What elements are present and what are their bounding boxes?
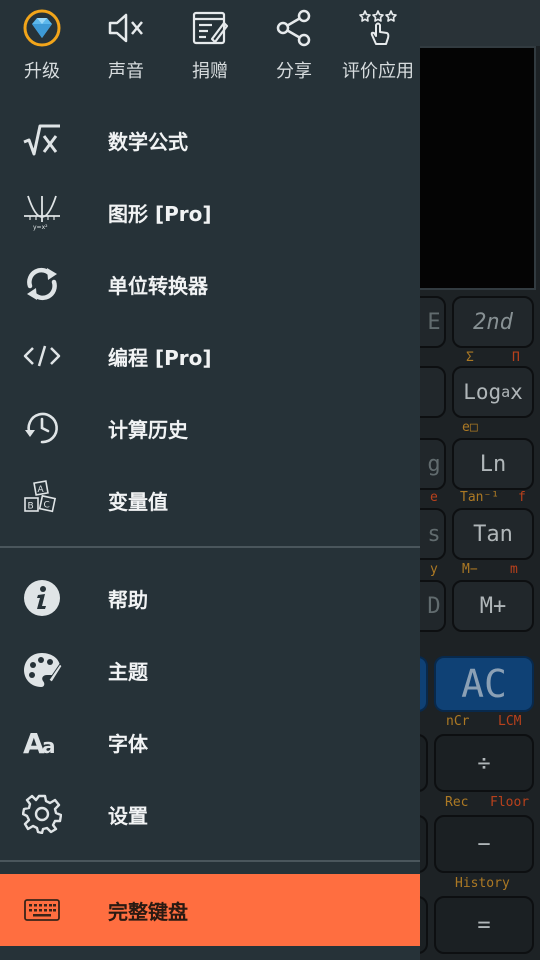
donate-label: 捐赠 bbox=[192, 61, 228, 82]
diamond-icon bbox=[20, 6, 64, 50]
svg-text:y=x²: y=x² bbox=[33, 224, 48, 231]
menu-label-math-formulas: 数学公式 bbox=[108, 129, 188, 154]
donate-button[interactable]: 捐赠 bbox=[168, 6, 252, 92]
info-icon bbox=[20, 576, 64, 620]
upgrade-label: 升级 bbox=[24, 61, 60, 82]
keyboard-icon bbox=[20, 888, 64, 932]
menu-label-font: 字体 bbox=[108, 731, 148, 756]
gear-icon bbox=[20, 792, 64, 836]
menu-item-help[interactable]: 帮助 bbox=[0, 562, 420, 634]
share-icon bbox=[272, 6, 316, 50]
square-root-x-icon bbox=[20, 118, 64, 162]
share-label: 分享 bbox=[276, 61, 312, 82]
menu-label-graph: 图形 [Pro] bbox=[108, 201, 212, 226]
quick-actions-bar: 升级 声音 捐赠 分享 评价应用 bbox=[0, 0, 420, 100]
menu-label-help: 帮助 bbox=[108, 587, 148, 612]
menu-divider bbox=[0, 546, 420, 548]
navigation-drawer: 升级 声音 捐赠 分享 评价应用 数学公式 y=x² 图形 [Pro] 单位转换… bbox=[0, 0, 420, 960]
menu-item-calc-history[interactable]: 计算历史 bbox=[0, 392, 420, 464]
donate-note-icon bbox=[188, 6, 232, 50]
svg-text:C: C bbox=[44, 501, 50, 511]
rate-app-button[interactable]: 评价应用 bbox=[336, 6, 420, 92]
code-icon bbox=[20, 334, 64, 378]
menu-item-theme[interactable]: 主题 bbox=[0, 634, 420, 706]
upgrade-button[interactable]: 升级 bbox=[0, 6, 84, 92]
svg-text:B: B bbox=[28, 502, 34, 512]
menu-item-graph[interactable]: y=x² 图形 [Pro] bbox=[0, 176, 420, 248]
menu-item-unit-converter[interactable]: 单位转换器 bbox=[0, 248, 420, 320]
font-aa-icon: A a bbox=[20, 720, 64, 764]
sound-button[interactable]: 声音 bbox=[84, 6, 168, 92]
menu-label-programming: 编程 [Pro] bbox=[108, 345, 212, 370]
share-button[interactable]: 分享 bbox=[252, 6, 336, 92]
menu-label-calc-history: 计算历史 bbox=[108, 417, 188, 442]
svg-text:A: A bbox=[38, 485, 45, 495]
menu-label-unit-converter: 单位转换器 bbox=[108, 273, 208, 298]
menu-item-math-formulas[interactable]: 数学公式 bbox=[0, 104, 420, 176]
abc-blocks-icon: A B C bbox=[20, 478, 64, 522]
history-clock-icon bbox=[20, 406, 64, 450]
menu-item-programming[interactable]: 编程 [Pro] bbox=[0, 320, 420, 392]
menu-item-full-keyboard[interactable]: 完整键盘 bbox=[0, 874, 420, 946]
convert-arrows-icon bbox=[20, 262, 64, 306]
rate-app-label: 评价应用 bbox=[342, 61, 414, 82]
menu-item-font[interactable]: A a 字体 bbox=[0, 706, 420, 778]
menu-item-variables[interactable]: A B C 变量值 bbox=[0, 464, 420, 536]
menu-divider bbox=[0, 860, 420, 862]
menu-label-full-keyboard: 完整键盘 bbox=[108, 899, 188, 924]
sound-label: 声音 bbox=[108, 61, 144, 82]
svg-text:a: a bbox=[42, 734, 56, 758]
menu-item-settings[interactable]: 设置 bbox=[0, 778, 420, 850]
volume-mute-icon bbox=[104, 6, 148, 50]
menu-label-theme: 主题 bbox=[108, 659, 148, 684]
menu-label-settings: 设置 bbox=[108, 803, 148, 828]
palette-icon bbox=[20, 648, 64, 692]
menu-label-variables: 变量值 bbox=[108, 489, 168, 514]
graph-icon: y=x² bbox=[20, 190, 64, 234]
rate-app-icon bbox=[356, 6, 400, 50]
